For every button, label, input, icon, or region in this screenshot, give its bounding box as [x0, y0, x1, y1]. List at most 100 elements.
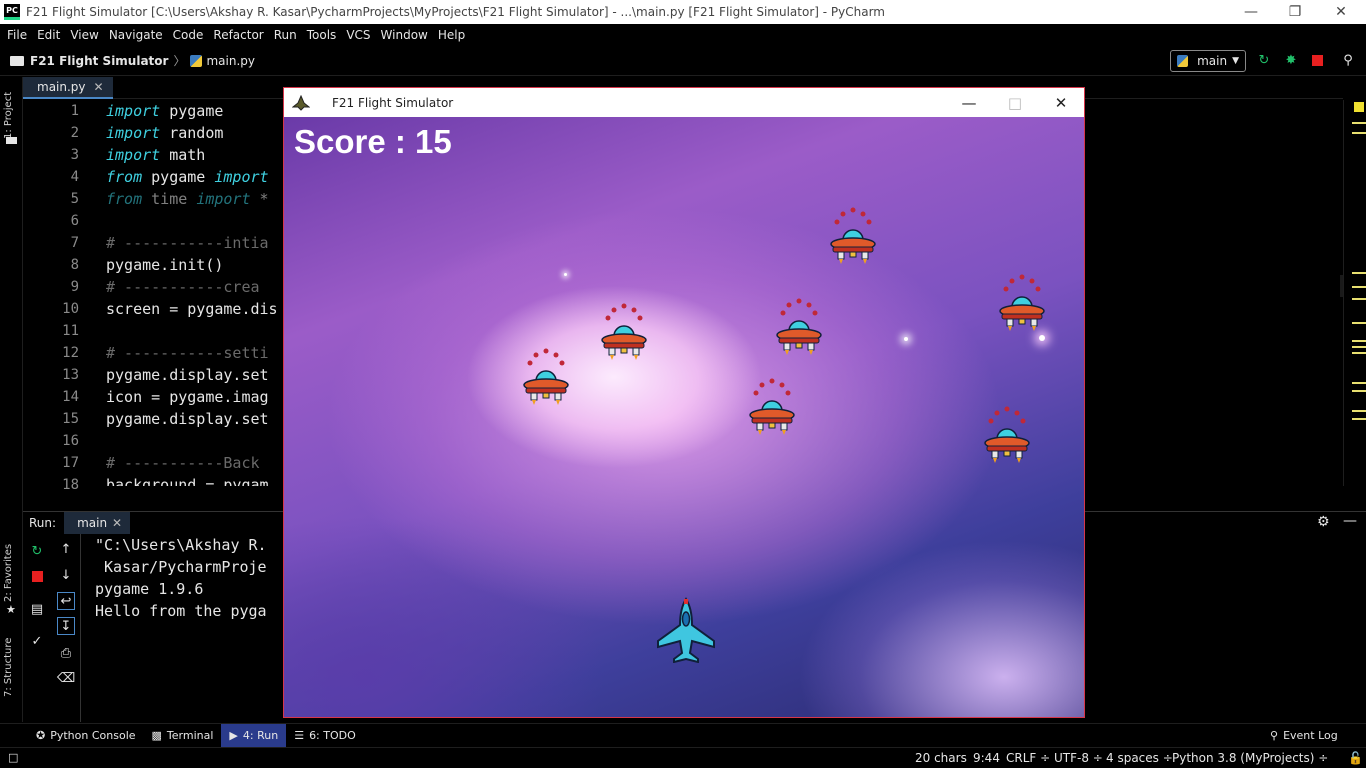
- editor-tab-label: main.py: [37, 80, 86, 94]
- run-triangle-icon: ▶: [229, 729, 238, 742]
- stripe-marker[interactable]: [1352, 340, 1366, 342]
- stripe-marker[interactable]: [1352, 132, 1366, 134]
- hide-panel-icon[interactable]: —: [1343, 513, 1357, 529]
- menu-vcs[interactable]: VCS: [341, 28, 375, 42]
- code-line: import random: [106, 124, 224, 142]
- stripe-marker[interactable]: [1352, 382, 1366, 384]
- run-tab-main[interactable]: main ✕: [64, 511, 131, 534]
- stripe-marker[interactable]: [1352, 346, 1366, 348]
- code-line: background = pygam: [106, 476, 269, 486]
- terminal-tab[interactable]: ▩ Terminal: [144, 724, 222, 748]
- left-tool-strip: 1: Project 2: Favorites ★ 7: Structure: [0, 77, 23, 722]
- close-button[interactable]: ✕: [1318, 0, 1364, 24]
- menu-tools[interactable]: Tools: [302, 28, 342, 42]
- breadcrumb-file[interactable]: main.py: [206, 54, 255, 68]
- menu-view[interactable]: View: [65, 28, 103, 42]
- run-tool-tab[interactable]: ▶ 4: Run: [221, 723, 287, 748]
- pin-icon[interactable]: ✓: [28, 632, 46, 650]
- stripe-marker[interactable]: [1352, 298, 1366, 300]
- folder-icon: [6, 137, 17, 144]
- stripe-marker[interactable]: [1352, 410, 1366, 412]
- game-canvas[interactable]: Score : 15: [284, 117, 1084, 717]
- stripe-marker[interactable]: [1352, 286, 1366, 288]
- search-icon[interactable]: ⚲: [1340, 52, 1356, 68]
- code-line: import pygame: [106, 102, 224, 120]
- menu-file[interactable]: File: [2, 28, 32, 42]
- python-console-tab[interactable]: ✪ Python Console: [28, 724, 144, 748]
- indent-setting[interactable]: 4 spaces ÷: [1106, 751, 1173, 765]
- status-bar: □ 20 chars 9:44 CRLF ÷ UTF-8 ÷ 4 spaces …: [0, 747, 1366, 768]
- stripe-marker[interactable]: [1352, 322, 1366, 324]
- menu-code[interactable]: Code: [168, 28, 209, 42]
- terminal-icon: ▩: [151, 729, 162, 742]
- print-icon[interactable]: ⎙: [57, 644, 75, 662]
- code-line: # -----------Back: [106, 454, 260, 472]
- enemy-ufo: [830, 207, 876, 264]
- menu-bar: File Edit View Navigate Code Refactor Ru…: [0, 24, 1366, 46]
- run-panel-label: Run:: [29, 515, 57, 530]
- line-number: 3: [70, 147, 79, 163]
- code-line: from pygame import: [106, 168, 269, 186]
- window-title: F21 Flight Simulator [C:\Users\Akshay R.…: [26, 5, 885, 19]
- stripe-marker[interactable]: [1352, 122, 1366, 124]
- code-line: # -----------setti: [106, 344, 269, 362]
- restore-button[interactable]: ❐: [1272, 0, 1318, 24]
- minimize-button[interactable]: —: [1228, 0, 1274, 24]
- console-line: Kasar/PycharmProje: [95, 558, 267, 576]
- editor-tab-main-py[interactable]: main.py ✕: [23, 77, 113, 99]
- lock-icon[interactable]: 🔓: [1348, 751, 1363, 765]
- game-minimize-button[interactable]: —: [946, 88, 992, 117]
- caret-position[interactable]: 9:44: [973, 751, 1000, 765]
- favorites-tool-tab[interactable]: 2: Favorites: [3, 544, 14, 602]
- line-number: 8: [70, 257, 79, 273]
- code-line: # -----------intia: [106, 234, 269, 252]
- file-encoding[interactable]: UTF-8 ÷: [1054, 751, 1103, 765]
- python-console-icon: ✪: [36, 729, 46, 742]
- run-configuration-select[interactable]: main ▼: [1170, 50, 1246, 72]
- stop-icon[interactable]: [28, 567, 46, 585]
- up-arrow-icon[interactable]: ↑: [57, 540, 75, 558]
- layout-icon[interactable]: ▤: [28, 600, 46, 618]
- game-maximize-button[interactable]: □: [992, 88, 1038, 117]
- soft-wrap-icon[interactable]: ↩: [57, 592, 75, 610]
- line-number: 11: [62, 323, 79, 339]
- game-close-button[interactable]: ✕: [1038, 88, 1084, 117]
- line-number: 15: [62, 411, 79, 427]
- event-log-button[interactable]: ⚲ Event Log: [1262, 724, 1346, 748]
- stripe-marker[interactable]: [1352, 352, 1366, 354]
- menu-navigate[interactable]: Navigate: [104, 28, 168, 42]
- warning-indicator-icon[interactable]: [1354, 102, 1364, 112]
- enemy-ufo: [749, 378, 795, 435]
- debug-icon[interactable]: ✸: [1283, 52, 1299, 68]
- scroll-to-end-icon[interactable]: ↧: [57, 617, 75, 635]
- menu-help[interactable]: Help: [433, 28, 470, 42]
- line-number: 17: [62, 455, 79, 471]
- trash-icon[interactable]: ⌫: [57, 669, 75, 687]
- stop-icon[interactable]: [1309, 52, 1325, 68]
- gear-icon[interactable]: ⚙: [1317, 514, 1330, 530]
- breadcrumb-separator-icon: 〉: [173, 54, 186, 68]
- menu-run[interactable]: Run: [269, 28, 302, 42]
- run-toolbar: ↻ ▤ ✓ ↑ ↓ ↩ ↧ ⎙ ⌫: [23, 534, 81, 722]
- todo-tab[interactable]: ☰ 6: TODO: [286, 724, 364, 748]
- project-tool-tab[interactable]: 1: Project: [3, 92, 14, 139]
- navigation-bar: F21 Flight Simulator 〉 main.py main ▼ ↻ …: [0, 46, 1366, 76]
- close-tab-icon[interactable]: ✕: [94, 80, 104, 94]
- stripe-marker[interactable]: [1352, 418, 1366, 420]
- python-interpreter[interactable]: Python 3.8 (MyProjects) ÷: [1172, 751, 1328, 765]
- line-separator[interactable]: CRLF ÷: [1006, 751, 1050, 765]
- run-icon[interactable]: ↻: [1256, 52, 1272, 68]
- close-tab-icon[interactable]: ✕: [112, 516, 122, 530]
- game-window[interactable]: F21 Flight Simulator — □ ✕ Score : 15: [283, 87, 1085, 718]
- stripe-marker[interactable]: [1352, 390, 1366, 392]
- down-arrow-icon[interactable]: ↓: [57, 566, 75, 584]
- structure-tool-tab[interactable]: 7: Structure: [3, 638, 14, 697]
- stripe-marker[interactable]: [1352, 272, 1366, 274]
- menu-window[interactable]: Window: [376, 28, 433, 42]
- menu-edit[interactable]: Edit: [32, 28, 65, 42]
- todo-icon: ☰: [294, 729, 305, 742]
- menu-refactor[interactable]: Refactor: [208, 28, 268, 42]
- rerun-icon[interactable]: ↻: [28, 542, 46, 560]
- breadcrumb-project[interactable]: F21 Flight Simulator: [30, 54, 168, 68]
- toggle-tool-windows-icon[interactable]: □: [8, 751, 18, 764]
